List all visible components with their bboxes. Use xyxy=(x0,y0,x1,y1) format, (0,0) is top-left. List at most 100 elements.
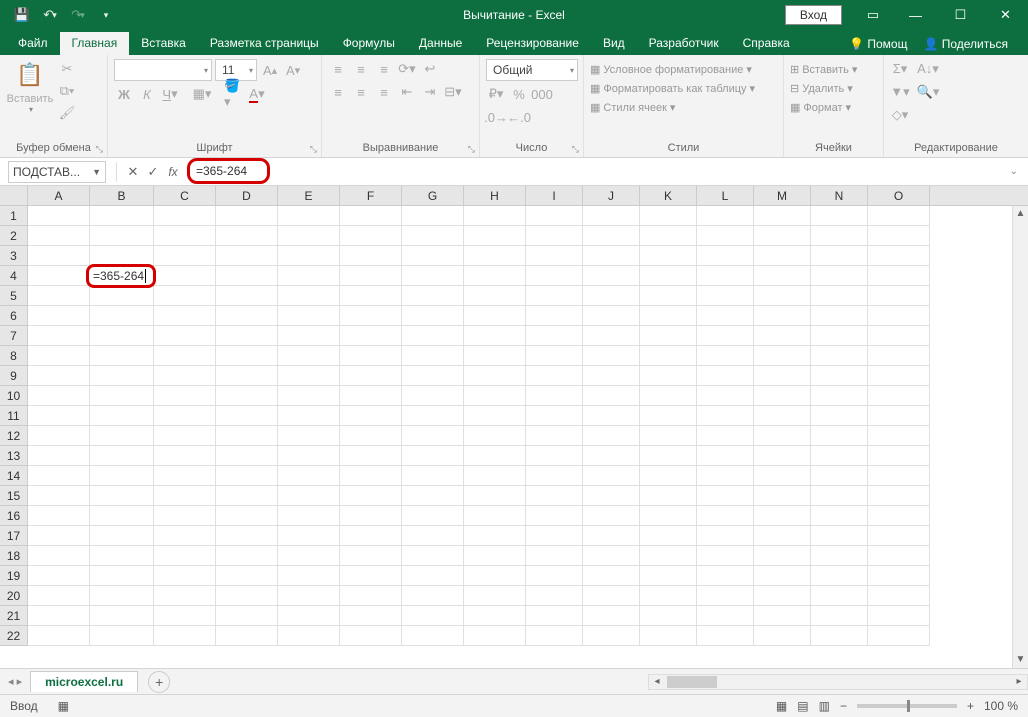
cell[interactable] xyxy=(278,626,340,646)
cell[interactable] xyxy=(526,246,583,266)
cell[interactable] xyxy=(811,386,868,406)
cell[interactable] xyxy=(216,446,278,466)
cell[interactable] xyxy=(28,506,90,526)
cell[interactable] xyxy=(278,426,340,446)
cell[interactable] xyxy=(697,406,754,426)
row-header[interactable]: 10 xyxy=(0,386,28,406)
cell[interactable] xyxy=(402,486,464,506)
decrease-decimal-icon[interactable]: ←.0 xyxy=(509,107,529,127)
clipboard-launcher-icon[interactable]: ⤡ xyxy=(96,144,103,155)
cell[interactable] xyxy=(526,226,583,246)
cell[interactable] xyxy=(526,386,583,406)
cell[interactable] xyxy=(464,446,526,466)
paste-button[interactable]: 📋 Вставить ▾ xyxy=(6,59,54,114)
cell[interactable] xyxy=(697,346,754,366)
cell[interactable] xyxy=(340,266,402,286)
cell[interactable] xyxy=(464,326,526,346)
cell[interactable] xyxy=(583,446,640,466)
cell[interactable] xyxy=(526,566,583,586)
cell[interactable] xyxy=(697,206,754,226)
cell[interactable] xyxy=(154,566,216,586)
column-header[interactable]: O xyxy=(868,186,930,205)
cell[interactable] xyxy=(868,586,930,606)
cell[interactable] xyxy=(464,246,526,266)
cell[interactable] xyxy=(868,346,930,366)
cell[interactable] xyxy=(583,486,640,506)
cell[interactable] xyxy=(278,226,340,246)
zoom-in-icon[interactable]: + xyxy=(967,699,974,713)
scroll-down-icon[interactable]: ▼ xyxy=(1013,652,1028,668)
cell[interactable] xyxy=(28,566,90,586)
cell[interactable] xyxy=(216,526,278,546)
row-header[interactable]: 20 xyxy=(0,586,28,606)
cell[interactable] xyxy=(278,206,340,226)
cell[interactable] xyxy=(154,546,216,566)
cell[interactable] xyxy=(583,346,640,366)
bold-icon[interactable]: Ж xyxy=(114,84,134,104)
row-header[interactable]: 6 xyxy=(0,306,28,326)
cell[interactable] xyxy=(154,446,216,466)
column-header[interactable]: A xyxy=(28,186,90,205)
cell[interactable] xyxy=(154,246,216,266)
format-as-table-button[interactable]: ▦ Форматировать как таблицу ▾ xyxy=(590,82,755,95)
cell[interactable] xyxy=(697,606,754,626)
cell[interactable] xyxy=(811,606,868,626)
cell[interactable] xyxy=(90,566,154,586)
cell[interactable] xyxy=(640,626,697,646)
cell[interactable] xyxy=(28,586,90,606)
cell[interactable] xyxy=(340,446,402,466)
cell[interactable] xyxy=(340,426,402,446)
cell[interactable] xyxy=(754,586,811,606)
cell[interactable] xyxy=(583,286,640,306)
cell[interactable] xyxy=(28,326,90,346)
cell[interactable] xyxy=(754,486,811,506)
zoom-out-icon[interactable]: − xyxy=(840,699,847,713)
cell[interactable] xyxy=(640,486,697,506)
cell[interactable] xyxy=(28,286,90,306)
cell[interactable] xyxy=(868,406,930,426)
cell[interactable] xyxy=(402,446,464,466)
conditional-formatting-button[interactable]: ▦ Условное форматирование ▾ xyxy=(590,63,755,76)
cell[interactable] xyxy=(754,566,811,586)
macro-record-icon[interactable]: ▦ xyxy=(58,699,69,713)
cell[interactable] xyxy=(464,286,526,306)
cell[interactable] xyxy=(28,386,90,406)
cell[interactable] xyxy=(526,366,583,386)
cell[interactable] xyxy=(402,466,464,486)
cell[interactable] xyxy=(216,266,278,286)
cell[interactable] xyxy=(340,526,402,546)
format-painter-icon[interactable]: 🖌 xyxy=(56,105,78,123)
cell[interactable] xyxy=(583,506,640,526)
cell[interactable] xyxy=(640,306,697,326)
alignment-launcher-icon[interactable]: ⤡ xyxy=(468,144,475,155)
cell[interactable] xyxy=(754,466,811,486)
cell[interactable] xyxy=(278,326,340,346)
increase-decimal-icon[interactable]: .0→ xyxy=(486,107,506,127)
cell[interactable] xyxy=(154,286,216,306)
tab-file[interactable]: Файл xyxy=(6,32,60,55)
align-middle-icon[interactable]: ≡ xyxy=(351,59,371,79)
cell[interactable] xyxy=(811,486,868,506)
column-header[interactable]: C xyxy=(154,186,216,205)
tab-page-layout[interactable]: Разметка страницы xyxy=(198,32,331,55)
cell[interactable] xyxy=(640,386,697,406)
cell[interactable] xyxy=(697,266,754,286)
cell[interactable] xyxy=(402,306,464,326)
cell[interactable] xyxy=(154,606,216,626)
cell[interactable] xyxy=(811,206,868,226)
column-header[interactable]: J xyxy=(583,186,640,205)
row-header[interactable]: 11 xyxy=(0,406,28,426)
cell[interactable] xyxy=(28,366,90,386)
cell[interactable] xyxy=(464,546,526,566)
cell[interactable] xyxy=(90,546,154,566)
column-header[interactable]: E xyxy=(278,186,340,205)
cell[interactable] xyxy=(697,246,754,266)
cell[interactable] xyxy=(464,266,526,286)
row-header[interactable]: 21 xyxy=(0,606,28,626)
cell[interactable] xyxy=(697,526,754,546)
cell[interactable] xyxy=(697,226,754,246)
cell[interactable] xyxy=(811,246,868,266)
cell[interactable] xyxy=(754,306,811,326)
cell[interactable] xyxy=(754,606,811,626)
cell[interactable] xyxy=(811,286,868,306)
